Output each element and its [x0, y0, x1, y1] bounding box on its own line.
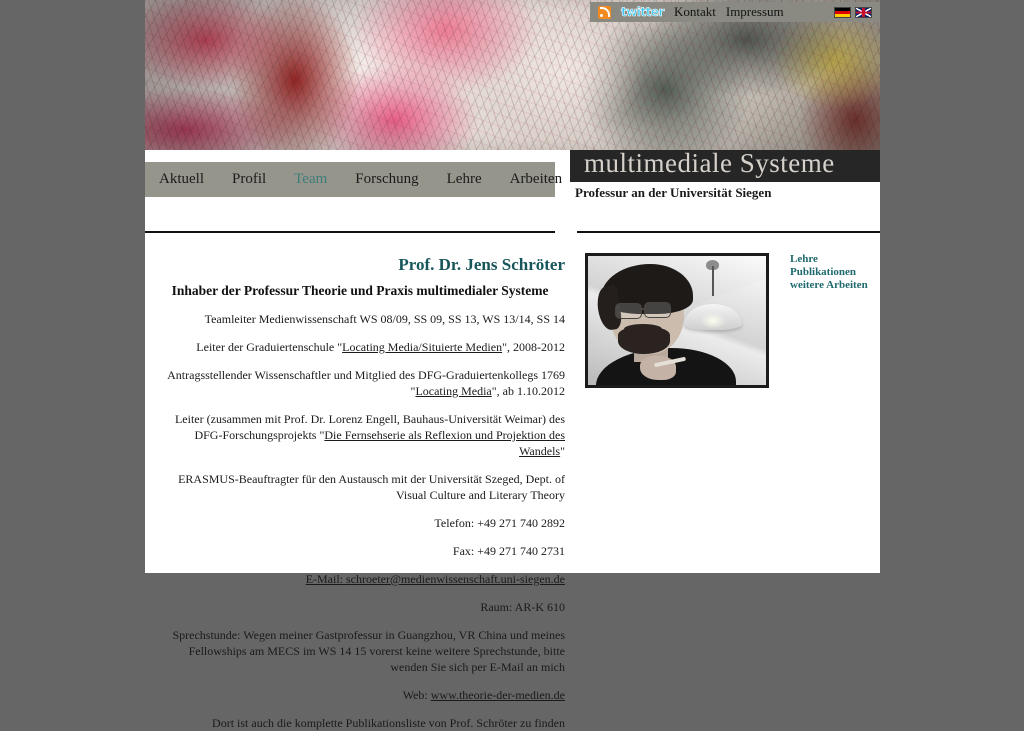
link-fernsehserie-projekt[interactable]: Die Fernsehserie als Reflexion und Proje… [324, 428, 565, 458]
twitter-icon[interactable]: twitter [621, 5, 665, 20]
german-flag-icon[interactable] [834, 6, 851, 18]
lamp-cord [712, 266, 714, 296]
topbar-link-kontakt[interactable]: Kontakt [674, 4, 716, 20]
text-segment: Teamleiter Medienwissenschaft WS 08/09, … [204, 312, 565, 326]
banner-vignette [145, 0, 880, 150]
profile-line-graduiertenschule: Leiter der Graduiertenschule "Locating M… [155, 339, 565, 355]
text-segment: Fax: +49 271 740 2731 [452, 544, 565, 558]
link-email-address[interactable]: schroeter@medienwissenschaft.uni-siegen.… [346, 572, 565, 586]
page-title: Prof. Dr. Jens Schröter [398, 255, 565, 274]
rss-icon[interactable] [598, 5, 611, 19]
main-navigation: Aktuell Profil Team Forschung Lehre Arbe… [145, 162, 562, 197]
text-segment: Dort ist auch die komplette Publikations… [212, 716, 565, 730]
text-segment: ", ab 1.10.2012 [491, 384, 565, 398]
link-locating-media-situierte-medien[interactable]: Locating Media/Situierte Medien [342, 340, 502, 354]
eyeglass-bridge [640, 308, 645, 310]
header-banner-image [145, 0, 880, 150]
portrait-photo [588, 256, 766, 385]
site-page: twitter Kontakt Impressum multimediale S… [145, 0, 880, 730]
link-locating-media[interactable]: Locating Media [415, 384, 491, 398]
text-segment: E-Mail: [305, 572, 347, 586]
sidebar-item-lehre[interactable]: Lehre [790, 253, 876, 266]
eyeglass-right-lens [644, 302, 671, 318]
profile-line-publikationsliste: Dort ist auch die komplette Publikations… [155, 715, 565, 731]
profile-line-erasmus: ERASMUS-Beauftragter für den Austausch m… [155, 471, 565, 503]
lamp-glow [700, 313, 726, 329]
person-moustache [624, 324, 662, 334]
text-segment: Leiter der Graduiertenschule " [196, 340, 343, 354]
profile-line-raum: Raum: AR-K 610 [155, 599, 565, 615]
portrait-photo-frame [585, 253, 769, 388]
sidebar-item-publikationen[interactable]: Publikationen [790, 266, 876, 279]
profile-line-dfg-kolleg: Antragsstellender Wissenschaftler und Mi… [155, 367, 565, 399]
profile-line-fax: Fax: +49 271 740 2731 [155, 543, 565, 559]
profile-line-telefon: Telefon: +49 271 740 2892 [155, 515, 565, 531]
text-segment: Web: [402, 688, 431, 702]
profile-line-dfg-projekt: Leiter (zusammen mit Prof. Dr. Lorenz En… [155, 411, 565, 459]
profile-role: Inhaber der Professur Theorie und Praxis… [171, 283, 549, 298]
site-title: multimediale Systeme [584, 148, 835, 178]
nav-item-team[interactable]: Team [280, 171, 341, 188]
sidebar-item-weitere-arbeiten[interactable]: weitere Arbeiten [790, 279, 876, 292]
nav-item-forschung[interactable]: Forschung [341, 171, 432, 188]
uk-flag-icon[interactable] [855, 6, 872, 18]
nav-item-aktuell[interactable]: Aktuell [145, 171, 218, 188]
nav-item-lehre[interactable]: Lehre [433, 171, 496, 188]
eyeglass-left-lens [615, 303, 642, 319]
text-segment: Telefon: +49 271 740 2892 [434, 516, 565, 530]
link-website[interactable]: www.theorie-der-medien.de [431, 688, 565, 702]
profile-text-column: Prof. Dr. Jens Schröter Inhaber der Prof… [155, 233, 565, 731]
page-content: Prof. Dr. Jens Schröter Inhaber der Prof… [145, 233, 880, 730]
text-segment: ", 2008-2012 [502, 340, 565, 354]
text-segment: Raum: AR-K 610 [480, 600, 565, 614]
nav-item-arbeiten[interactable]: Arbeiten [496, 171, 576, 188]
site-title-bar: multimediale Systeme [570, 148, 880, 182]
language-flags [834, 6, 880, 18]
secondary-sidebar: Lehre Publikationen weitere Arbeiten [790, 253, 876, 292]
nav-item-profil[interactable]: Profil [218, 171, 280, 188]
text-segment: Sprechstunde: Wegen meiner Gastprofessur… [172, 628, 565, 674]
text-segment: ERASMUS-Beauftragter für den Austausch m… [178, 472, 565, 502]
profile-line-email: E-Mail: schroeter@medienwissenschaft.uni… [155, 571, 565, 587]
topbar-link-impressum[interactable]: Impressum [726, 4, 784, 20]
utility-topbar: twitter Kontakt Impressum [590, 2, 880, 22]
profile-line-teamleiter: Teamleiter Medienwissenschaft WS 08/09, … [155, 311, 565, 327]
profile-line-sprechstunde: Sprechstunde: Wegen meiner Gastprofessur… [155, 627, 565, 675]
site-subtitle: Professur an der Universität Siegen [575, 185, 772, 200]
text-segment: " [560, 444, 565, 458]
profile-line-web: Web: www.theorie-der-medien.de [155, 687, 565, 703]
